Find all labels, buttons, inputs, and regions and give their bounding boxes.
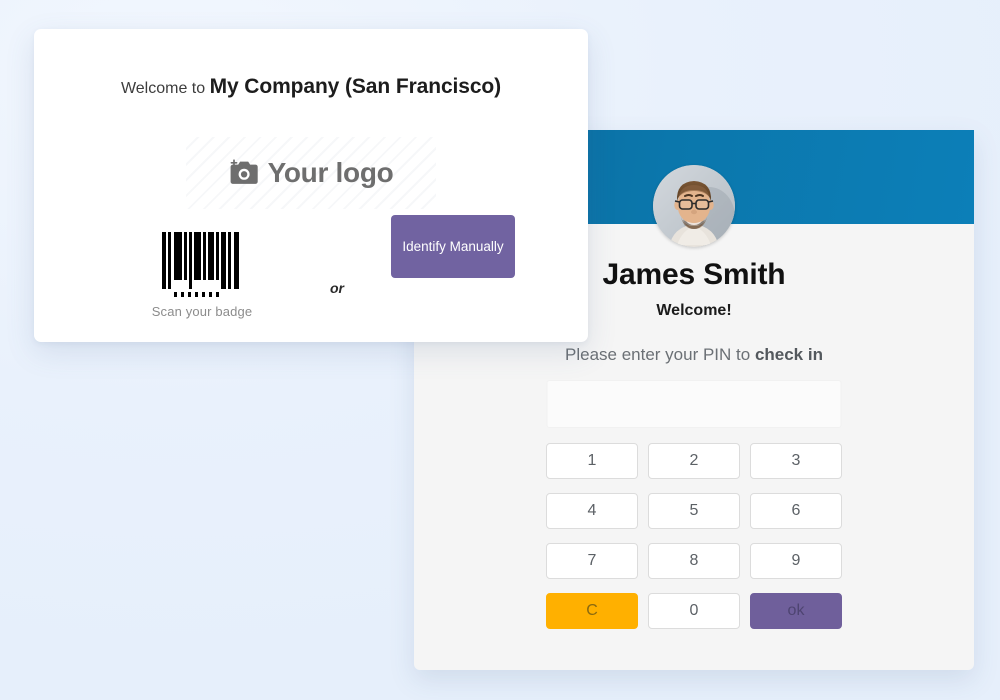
pin-input[interactable] xyxy=(546,380,842,428)
pin-prompt-action: check in xyxy=(754,345,823,364)
add-photo-camera-icon xyxy=(230,159,258,184)
keypad-key-8[interactable]: 8 xyxy=(648,543,740,579)
identify-manually-button[interactable]: Identify Manually xyxy=(391,215,515,278)
keypad-ok-button[interactable]: ok xyxy=(750,593,842,629)
pin-keypad: 1 2 3 4 5 6 7 8 9 C 0 ok xyxy=(546,443,842,629)
kiosk-card: Welcome to My Company (San Francisco) Yo… xyxy=(34,29,588,342)
scan-badge-label: Scan your badge xyxy=(151,304,253,319)
avatar xyxy=(653,165,735,247)
pin-prompt-prefix: Please enter your PIN to xyxy=(565,345,755,364)
keypad-key-0[interactable]: 0 xyxy=(648,593,740,629)
barcode-icon xyxy=(162,232,239,297)
keypad-clear-button[interactable]: C xyxy=(546,593,638,629)
keypad-key-9[interactable]: 9 xyxy=(750,543,842,579)
user-photo-avatar xyxy=(653,165,735,247)
keypad-key-2[interactable]: 2 xyxy=(648,443,740,479)
welcome-headline: Welcome to My Company (San Francisco) xyxy=(34,75,588,99)
keypad-key-7[interactable]: 7 xyxy=(546,543,638,579)
keypad-key-5[interactable]: 5 xyxy=(648,493,740,529)
keypad-key-6[interactable]: 6 xyxy=(750,493,842,529)
company-name: My Company (San Francisco) xyxy=(209,75,502,98)
keypad-key-3[interactable]: 3 xyxy=(750,443,842,479)
separator-or: or xyxy=(330,280,344,296)
keypad-key-1[interactable]: 1 xyxy=(546,443,638,479)
pin-prompt: Please enter your PIN to check in xyxy=(414,345,974,365)
welcome-prefix: Welcome to xyxy=(120,80,210,97)
logo-placeholder-text: Your logo xyxy=(267,157,394,188)
keypad-key-4[interactable]: 4 xyxy=(546,493,638,529)
logo-upload-placeholder[interactable]: Your logo xyxy=(186,137,436,209)
scan-badge-block[interactable]: Scan your badge xyxy=(132,232,272,319)
